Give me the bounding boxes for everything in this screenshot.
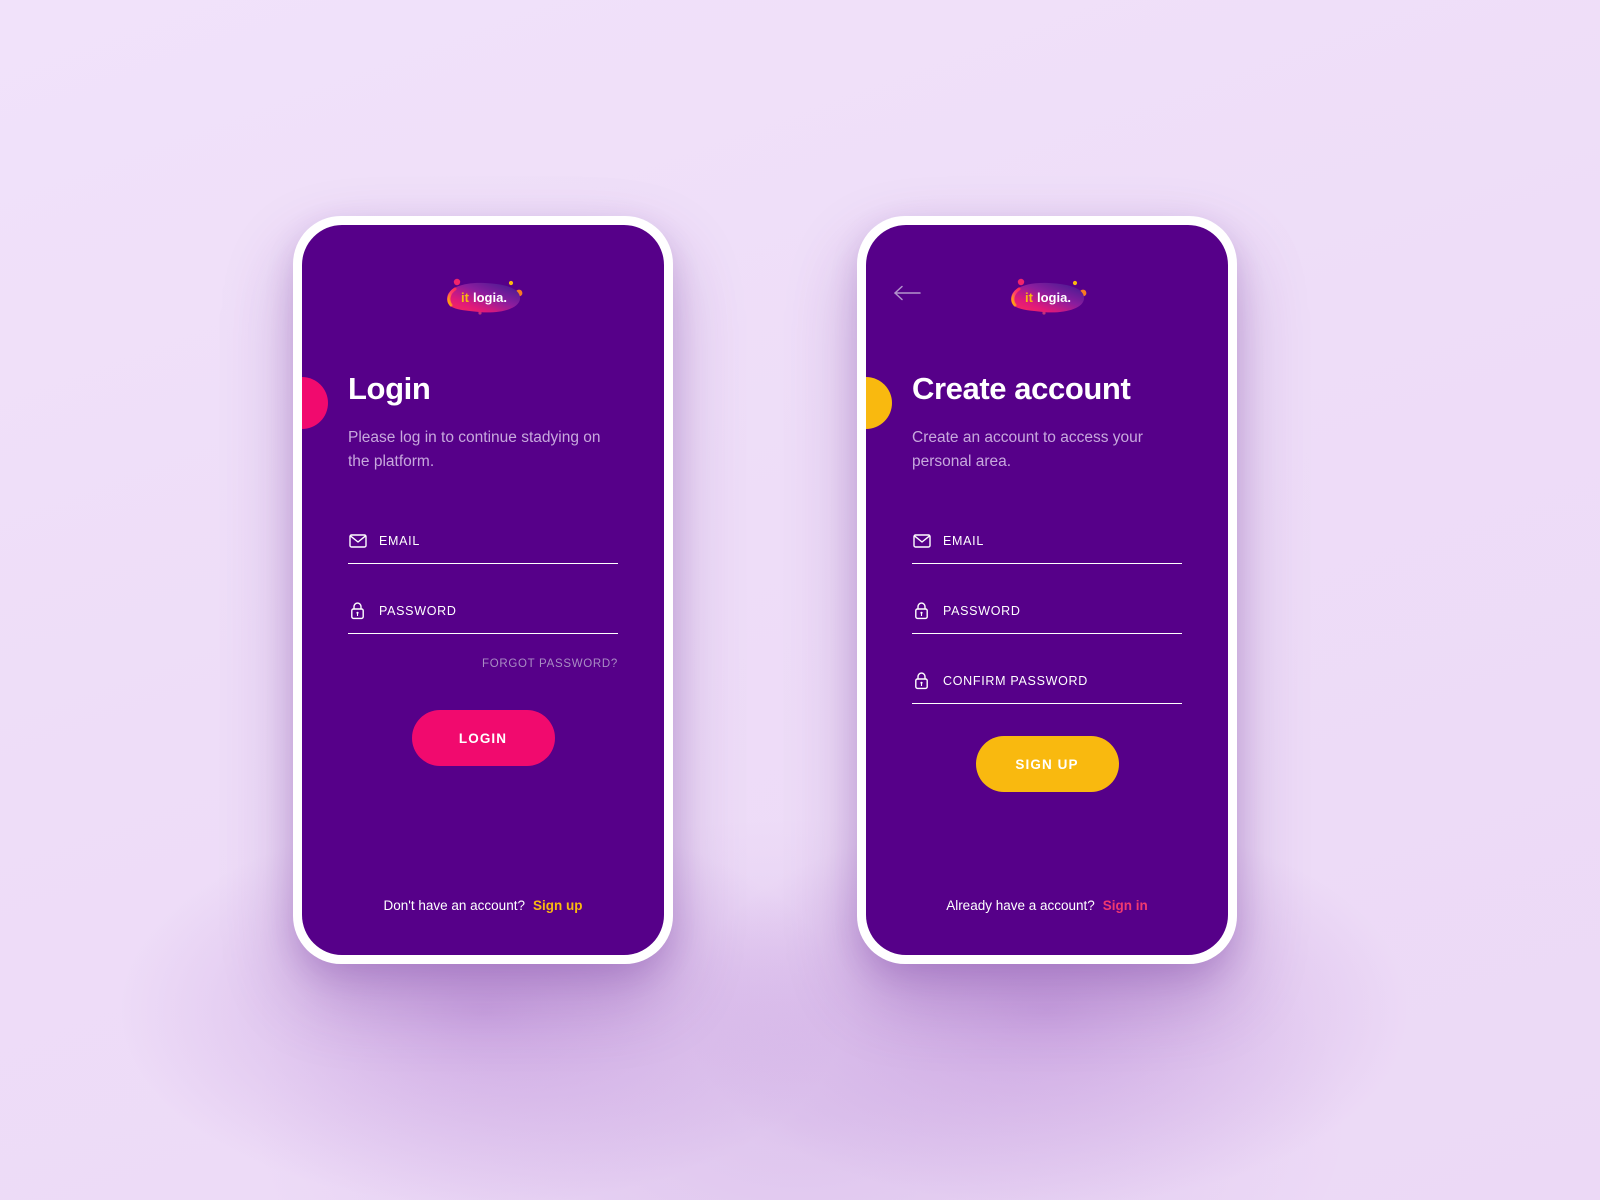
forgot-password-link[interactable]: FORGOT PASSWORD? xyxy=(348,658,618,670)
confirm-password-field[interactable]: CONFIRM PASSWORD xyxy=(912,658,1182,705)
page-title: Create account xyxy=(912,371,1131,406)
back-button[interactable] xyxy=(893,277,933,309)
svg-text:it: it xyxy=(1025,290,1034,305)
login-footer-text: Don't have an account? xyxy=(383,898,525,913)
signup-screen: it logia. Create account Create an accou… xyxy=(866,225,1228,955)
svg-text:logia.: logia. xyxy=(1037,290,1071,305)
sign-up-button[interactable]: SIGN UP xyxy=(975,736,1119,793)
itlogia-logo: it logia. xyxy=(435,269,531,325)
signup-content: Create account Create an account to acce… xyxy=(912,371,1182,793)
lock-icon xyxy=(348,601,367,620)
phone-mockup-login: it logia. Login Please log in to continu… xyxy=(293,216,673,964)
arrow-left-icon xyxy=(893,285,921,301)
envelope-icon xyxy=(912,531,931,550)
accent-circle-pink xyxy=(302,377,328,429)
signup-topbar: it logia. xyxy=(866,269,1228,325)
signup-button-wrap: SIGN UP xyxy=(912,736,1182,793)
page-subtitle: Create an account to access your persona… xyxy=(912,429,1143,471)
page-title: Login xyxy=(348,371,431,406)
signup-footer-text: Already have a account? xyxy=(946,898,1095,913)
email-field[interactable]: EMAIL xyxy=(912,518,1182,565)
login-form: EMAIL PASSWORD FORGOT PASSWORD? LOGIN xyxy=(348,518,618,767)
login-content: Login Please log in to continue stadying… xyxy=(348,371,618,767)
password-field-label: PASSWORD xyxy=(943,603,1021,618)
password-field[interactable]: PASSWORD xyxy=(912,588,1182,635)
email-field-label: EMAIL xyxy=(943,533,985,548)
sign-up-link[interactable]: Sign up xyxy=(533,898,583,913)
accent-circle-amber xyxy=(866,377,892,429)
app-canvas-background xyxy=(0,0,1600,1200)
signup-form: EMAIL PASSWORD CONFIRM PASSWORD SIGN UP xyxy=(912,518,1182,793)
sign-in-link[interactable]: Sign in xyxy=(1103,898,1148,913)
lock-icon xyxy=(912,601,931,620)
password-field-label: PASSWORD xyxy=(379,603,457,618)
login-footer: Don't have an account? Sign up xyxy=(302,898,664,913)
email-field-label: EMAIL xyxy=(379,533,421,548)
login-topbar: it logia. xyxy=(302,269,664,325)
login-button-wrap: LOGIN xyxy=(348,710,618,767)
email-field[interactable]: EMAIL xyxy=(348,518,618,565)
svg-text:it: it xyxy=(461,290,470,305)
signup-footer: Already have a account? Sign in xyxy=(866,898,1228,913)
password-field[interactable]: PASSWORD xyxy=(348,588,618,635)
itlogia-logo: it logia. xyxy=(999,269,1095,325)
page-subtitle: Please log in to continue stadying on th… xyxy=(348,429,601,471)
phone-mockup-signup: it logia. Create account Create an accou… xyxy=(857,216,1237,964)
login-screen: it logia. Login Please log in to continu… xyxy=(302,225,664,955)
envelope-icon xyxy=(348,531,367,550)
svg-text:logia.: logia. xyxy=(473,290,507,305)
confirm-password-field-label: CONFIRM PASSWORD xyxy=(943,673,1088,688)
lock-icon xyxy=(912,671,931,690)
login-button[interactable]: LOGIN xyxy=(411,710,555,767)
